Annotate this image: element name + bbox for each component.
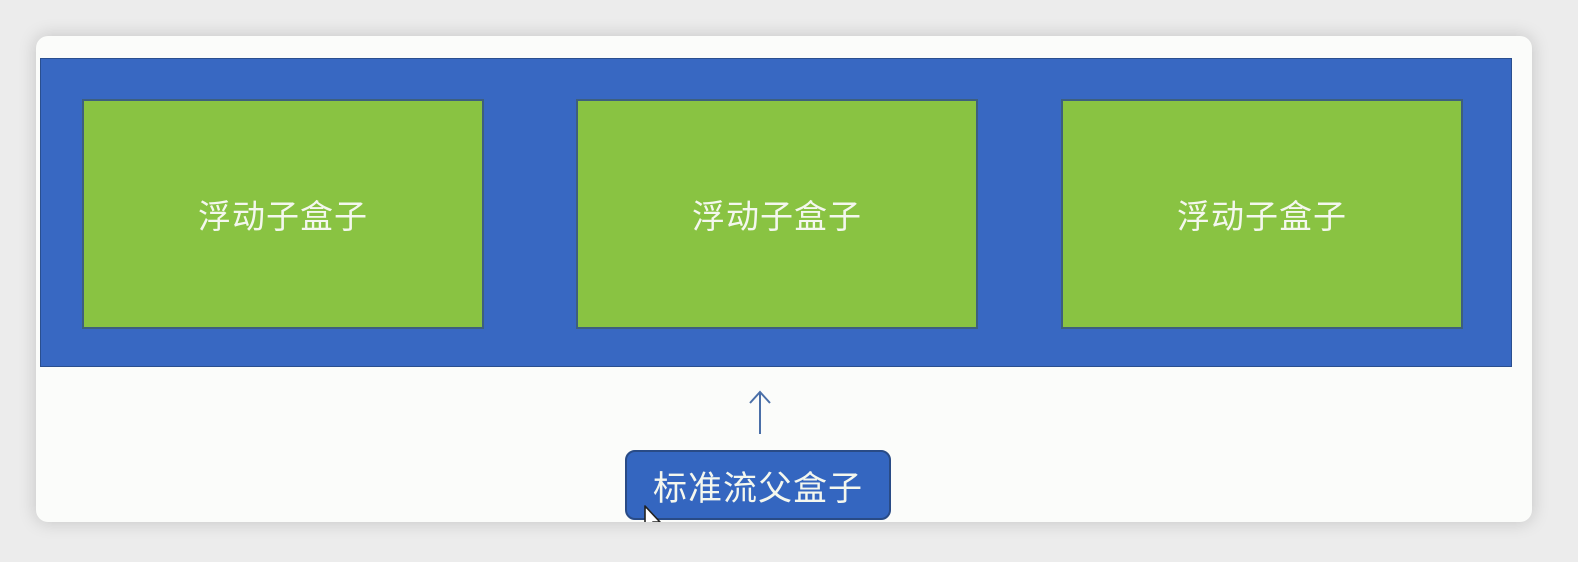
float-child-box-3: 浮动子盒子 xyxy=(1061,99,1463,329)
float-child-box-2: 浮动子盒子 xyxy=(576,99,978,329)
parent-container-box: 浮动子盒子 浮动子盒子 浮动子盒子 xyxy=(40,58,1512,367)
float-child-box-1: 浮动子盒子 xyxy=(82,99,484,329)
diagram-canvas: 浮动子盒子 浮动子盒子 浮动子盒子 标准流父盒子 xyxy=(36,36,1532,522)
parent-label-box: 标准流父盒子 xyxy=(625,450,891,520)
arrow-up-icon xyxy=(749,390,771,434)
mouse-cursor-icon xyxy=(644,505,661,522)
